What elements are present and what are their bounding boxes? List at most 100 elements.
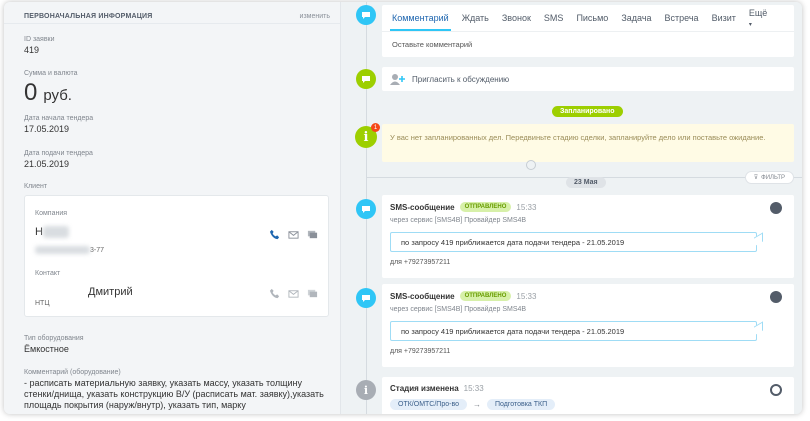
comment-field: Комментарий (оборудование) - расписать м… — [4, 369, 328, 411]
invite-row[interactable]: Пригласить к обсуждению — [382, 67, 794, 91]
date-badge: 23 Мая — [566, 171, 606, 189]
section-header: ПЕРВОНАЧАЛЬНАЯ ИНФОРМАЦИЯ изменить — [4, 2, 340, 24]
sms-title: SMS-сообщение — [390, 202, 455, 212]
timeline-marker — [526, 160, 536, 170]
client-field: Клиент — [4, 183, 47, 190]
activity-editor: Комментарий Ждать Звонок SMS Письмо Зада… — [382, 5, 794, 57]
sms-entry: SMS-сообщение ОТПРАВЛЕНО 15:33 через сер… — [382, 195, 794, 278]
phone-icon[interactable] — [269, 229, 280, 240]
planned-label: Запланировано — [552, 106, 623, 117]
avatar[interactable] — [770, 384, 782, 396]
status-badge: ОТПРАВЛЕНО — [459, 202, 512, 212]
client-card: Компания Н 3-77 Контакт Дмитрий НТЦ — [24, 195, 329, 317]
crm-deal-window: ПЕРВОНАЧАЛЬНАЯ ИНФОРМАЦИЯ изменить ID за… — [4, 2, 802, 414]
field-value: Ёмкостное — [24, 344, 69, 354]
planned-badge: Запланировано — [552, 100, 623, 118]
field-label: Дата начала тендера — [24, 115, 94, 122]
stage-from: ОТК/ОМТС/Про-во — [390, 399, 467, 410]
field-label: Дата подачи тендера — [24, 150, 93, 157]
stage-transition: ОТК/ОМТС/Про-во → Подготовка ТКП — [390, 399, 556, 410]
stage-to: Подготовка ТКП — [486, 399, 556, 410]
edit-link[interactable]: изменить — [300, 13, 330, 20]
add-user-icon — [390, 74, 405, 85]
field-label: Комментарий (оборудование) — [24, 369, 121, 376]
field-value: 21.05.2019 — [24, 159, 70, 169]
contact-company: НТЦ — [35, 300, 50, 307]
redacted-company — [42, 226, 69, 239]
comment-input[interactable]: Оставьте комментарий — [382, 31, 794, 57]
more-label: Ещё — [748, 8, 768, 18]
warning-count-badge: 1 — [371, 123, 380, 132]
comment-text: - расписать материальную заявку, указать… — [24, 378, 324, 410]
email-icon[interactable] — [288, 229, 299, 240]
equipment-type-field: Тип оборудования Ёмкостное — [4, 335, 84, 354]
field-label: Тип оборудования — [24, 335, 84, 342]
arrow-right-icon: → — [472, 400, 481, 409]
sms-icon — [356, 288, 376, 308]
tab-comment[interactable]: Комментарий — [390, 13, 451, 31]
sms-recipient: для +79273957211 — [390, 348, 451, 355]
chevron-down-icon: ▾ — [748, 22, 752, 28]
tab-task[interactable]: Задача — [621, 13, 651, 23]
tender-start-field: Дата начала тендера 17.05.2019 — [4, 115, 93, 134]
phone-suffix: 3-77 — [90, 246, 105, 254]
contact-actions — [269, 288, 318, 299]
tab-wait[interactable]: Ждать — [462, 13, 489, 23]
field-label: ID заявки — [24, 36, 55, 43]
phone-icon[interactable] — [269, 288, 280, 299]
sms-recipient: для +79273957211 — [390, 259, 451, 266]
currency-value: руб. — [43, 87, 72, 104]
contact-name[interactable]: Дмитрий — [88, 286, 133, 298]
discussion-icon — [356, 69, 376, 89]
avatar[interactable] — [770, 291, 782, 303]
company-phone[interactable]: 3-77 — [35, 246, 104, 254]
sms-title: SMS-сообщение — [390, 291, 455, 301]
sms-entry: SMS-сообщение ОТПРАВЛЕНО 15:33 через сер… — [382, 284, 794, 367]
contact-label: Контакт — [35, 270, 61, 277]
tab-sms[interactable]: SMS — [544, 13, 564, 23]
tender-submit-field: Дата подачи тендера 21.05.2019 — [4, 150, 93, 169]
info-icon: i — [356, 380, 376, 400]
sms-message: по запросу 419 приближается дата подачи … — [390, 321, 757, 341]
company-label: Компания — [35, 210, 68, 217]
section-title: ПЕРВОНАЧАЛЬНАЯ ИНФОРМАЦИЯ — [24, 13, 153, 20]
field-label: Сумма и валюта — [24, 70, 78, 77]
deal-info-panel: ПЕРВОНАЧАЛЬНАЯ ИНФОРМАЦИЯ изменить ID за… — [4, 2, 341, 414]
company-initial: Н — [35, 226, 43, 238]
stage-time: 15:33 — [463, 384, 484, 393]
sms-icon — [356, 199, 376, 219]
tab-more[interactable]: Ещё ▾ — [749, 8, 784, 28]
status-badge: ОТПРАВЛЕНО — [459, 291, 512, 301]
tab-call[interactable]: Звонок — [502, 13, 531, 23]
filter-icon: ⊽ — [753, 175, 759, 181]
chat-icon[interactable] — [307, 288, 318, 299]
activity-tabs: Комментарий Ждать Звонок SMS Письмо Зада… — [382, 5, 794, 31]
tab-email[interactable]: Письмо — [576, 13, 608, 23]
company-actions — [269, 229, 318, 240]
chat-icon[interactable] — [307, 229, 318, 240]
email-icon[interactable] — [288, 288, 299, 299]
amount-value: 0 — [24, 79, 38, 106]
avatar[interactable] — [770, 202, 782, 214]
request-id-field: ID заявки 419 — [4, 36, 55, 55]
sms-message: по запросу 419 приближается дата подачи … — [390, 232, 757, 252]
info-icon: i 1 — [355, 123, 380, 148]
filter-label: ФИЛЬТР — [761, 174, 785, 181]
sms-provider: через сервис [SMS4B] Провайдер SMS4B — [390, 217, 527, 224]
amount-field: Сумма и валюта 0 руб. — [4, 70, 78, 107]
field-value: 17.05.2019 — [24, 124, 70, 134]
comment-icon — [356, 5, 376, 25]
redacted-phone — [35, 246, 90, 254]
invite-label: Пригласить к обсуждению — [412, 74, 510, 84]
field-value: 419 — [24, 45, 40, 55]
stage-title: Стадия изменена — [390, 384, 459, 393]
sms-time: 15:33 — [516, 202, 537, 212]
no-activities-warning: У вас нет запланированных дел. Передвинь… — [382, 124, 794, 162]
tab-meeting[interactable]: Встреча — [665, 13, 699, 23]
tab-visit[interactable]: Визит — [712, 13, 736, 23]
filter-button[interactable]: ⊽ ФИЛЬТР — [744, 171, 794, 184]
timeline-panel: Комментарий Ждать Звонок SMS Письмо Зада… — [341, 2, 802, 414]
sms-time: 15:33 — [516, 291, 537, 301]
date-label: 23 Мая — [566, 177, 606, 188]
company-name[interactable]: Н — [35, 226, 69, 239]
